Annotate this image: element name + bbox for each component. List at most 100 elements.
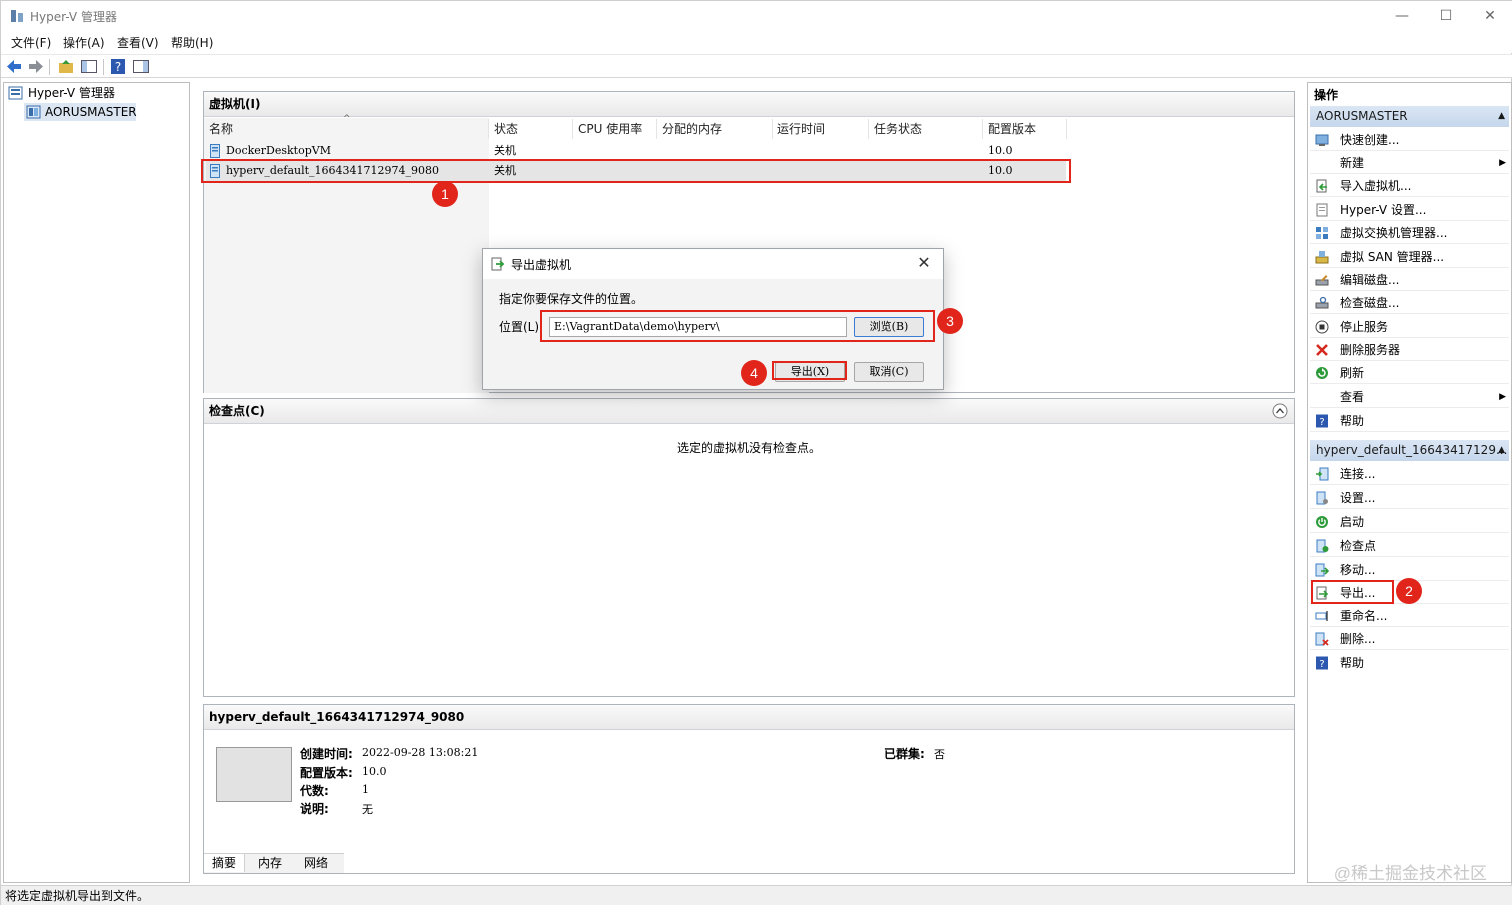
- action-quick-create[interactable]: 快速创建...: [1310, 129, 1509, 151]
- action-new[interactable]: 新建 ▶: [1310, 152, 1509, 174]
- show-hide-tree-icon[interactable]: [80, 58, 98, 75]
- watermark: @稀土掘金技术社区: [1333, 864, 1487, 883]
- vm-version: 10.0: [988, 144, 1013, 157]
- menu-action[interactable]: 操作(A): [63, 34, 105, 51]
- no-checkpoints-message: 选定的虚拟机没有检查点。: [676, 441, 821, 455]
- action-settings[interactable]: 设置...: [1310, 487, 1509, 509]
- tab-network[interactable]: 网络: [296, 854, 336, 872]
- column-divider: [772, 119, 773, 139]
- annotation-badge-1: 1: [432, 181, 458, 207]
- stop-icon: [1315, 320, 1329, 334]
- generation-value: 1: [362, 783, 369, 796]
- table-row[interactable]: DockerDesktopVM 关机 10.0: [206, 141, 1066, 161]
- created-value: 2022-09-28 13:08:21: [362, 746, 479, 759]
- menu-view[interactable]: 查看(V): [117, 34, 159, 51]
- help-icon: ?: [1316, 414, 1328, 428]
- tree-root-hyper-v[interactable]: Hyper-V 管理器: [8, 84, 178, 102]
- forward-arrow-icon[interactable]: [27, 58, 45, 75]
- maximize-button[interactable]: ☐: [1431, 5, 1461, 27]
- action-refresh[interactable]: 刷新: [1310, 362, 1509, 384]
- notes-label: 说明:: [300, 802, 329, 816]
- window-title: Hyper-V 管理器: [30, 10, 117, 24]
- server-icon: [26, 105, 41, 119]
- close-button[interactable]: ✕: [1475, 5, 1505, 27]
- highlight-selected-vm-box: [201, 159, 1071, 183]
- action-virtual-san-manager[interactable]: 虚拟 SAN 管理器...: [1310, 246, 1509, 268]
- actions-vm-header[interactable]: hyperv_default_16643417129... ▲: [1310, 440, 1509, 461]
- action-import-vm[interactable]: 导入虚拟机...: [1310, 175, 1509, 197]
- export-dialog-icon: [491, 257, 505, 271]
- dialog-close-button[interactable]: ✕: [915, 254, 933, 272]
- action-stop-service[interactable]: 停止服务: [1310, 316, 1509, 338]
- vm-thumbnail: [216, 747, 292, 802]
- sort-ascending-icon: ^: [343, 114, 351, 124]
- vm-settings-icon: [1316, 491, 1328, 505]
- toolbar-separator: [49, 59, 50, 75]
- column-task-status[interactable]: 任务状态: [874, 119, 922, 139]
- actions-server-header[interactable]: AORUSMASTER ▲: [1310, 106, 1509, 127]
- tab-summary[interactable]: 摘要: [204, 854, 246, 872]
- inspect-disk-icon: [1315, 296, 1329, 309]
- generation-label: 代数:: [300, 784, 329, 798]
- annotation-badge-4: 4: [741, 360, 767, 386]
- menu-help[interactable]: 帮助(H): [171, 34, 213, 51]
- navigation-tree: Hyper-V 管理器 AORUSMASTER: [3, 82, 190, 883]
- column-divider: [1066, 119, 1067, 139]
- connect-icon: [1316, 467, 1329, 481]
- status-bar: 将选定虚拟机导出到文件。: [1, 885, 1512, 905]
- hyper-v-manager-icon: [8, 86, 23, 100]
- config-version-value: 10.0: [362, 765, 387, 778]
- settings-doc-icon: [1316, 203, 1328, 217]
- san-icon: [1315, 251, 1329, 264]
- details-panel: hyperv_default_1664341712974_9080 创建时间: …: [203, 704, 1295, 874]
- column-divider: [488, 119, 489, 139]
- tab-memory[interactable]: 内存: [250, 854, 290, 872]
- cancel-button[interactable]: 取消(C): [854, 362, 924, 382]
- action-edit-disk[interactable]: 编辑磁盘...: [1310, 269, 1509, 291]
- column-state[interactable]: 状态: [494, 119, 518, 139]
- action-start[interactable]: 启动: [1310, 511, 1509, 533]
- edit-disk-icon: [1315, 275, 1329, 286]
- column-uptime[interactable]: 运行时间: [777, 119, 825, 139]
- delete-vm-icon: [1315, 632, 1329, 646]
- actions-server-header-label: AORUSMASTER: [1316, 109, 1408, 123]
- vm-state: 关机: [494, 144, 516, 157]
- dialog-title: 导出虚拟机: [511, 258, 572, 272]
- column-cpu[interactable]: CPU 使用率: [578, 119, 642, 139]
- dialog-title-bar: 导出虚拟机 ✕: [483, 249, 943, 279]
- column-memory[interactable]: 分配的内存: [662, 119, 722, 139]
- created-label: 创建时间:: [300, 747, 353, 761]
- action-remove-server[interactable]: 删除服务器: [1310, 339, 1509, 361]
- help-icon: ?: [1316, 656, 1328, 670]
- help-toolbar-icon[interactable]: ?: [109, 58, 127, 75]
- action-rename[interactable]: 重命名...: [1310, 605, 1509, 627]
- up-folder-icon[interactable]: [57, 58, 75, 75]
- checkpoint-icon: [1316, 539, 1329, 553]
- column-config-version[interactable]: 配置版本: [988, 119, 1036, 139]
- annotation-badge-2: 2: [1396, 578, 1422, 604]
- power-icon: [1316, 516, 1328, 528]
- tree-server-aorusmaster[interactable]: AORUSMASTER: [24, 103, 137, 121]
- collapse-up-icon[interactable]: [1272, 403, 1288, 419]
- action-help-server[interactable]: ? 帮助: [1310, 410, 1509, 432]
- action-checkpoint[interactable]: 检查点: [1310, 535, 1509, 557]
- action-inspect-disk[interactable]: 检查磁盘...: [1310, 292, 1509, 314]
- highlight-location-box: [540, 310, 935, 342]
- show-action-pane-icon[interactable]: [132, 58, 150, 75]
- column-name[interactable]: 名称: [209, 119, 233, 139]
- action-connect[interactable]: 连接...: [1310, 463, 1509, 485]
- action-virtual-switch-manager[interactable]: 虚拟交换机管理器...: [1310, 222, 1509, 244]
- column-divider: [982, 119, 983, 139]
- submenu-arrow-icon: ▶: [1499, 392, 1506, 402]
- action-delete[interactable]: 删除...: [1310, 628, 1509, 650]
- vms-panel-title: 虚拟机(I): [204, 92, 1294, 117]
- action-view[interactable]: 查看 ▶: [1310, 386, 1509, 408]
- notes-value: 无: [362, 803, 373, 816]
- actions-pane-title: 操作: [1314, 88, 1339, 102]
- column-divider: [656, 119, 657, 139]
- back-arrow-icon[interactable]: [5, 58, 23, 75]
- minimize-button[interactable]: —: [1387, 5, 1417, 27]
- menu-file[interactable]: 文件(F): [11, 34, 51, 51]
- action-help-vm[interactable]: ? 帮助: [1310, 652, 1509, 674]
- action-hyperv-settings[interactable]: Hyper-V 设置...: [1310, 199, 1509, 221]
